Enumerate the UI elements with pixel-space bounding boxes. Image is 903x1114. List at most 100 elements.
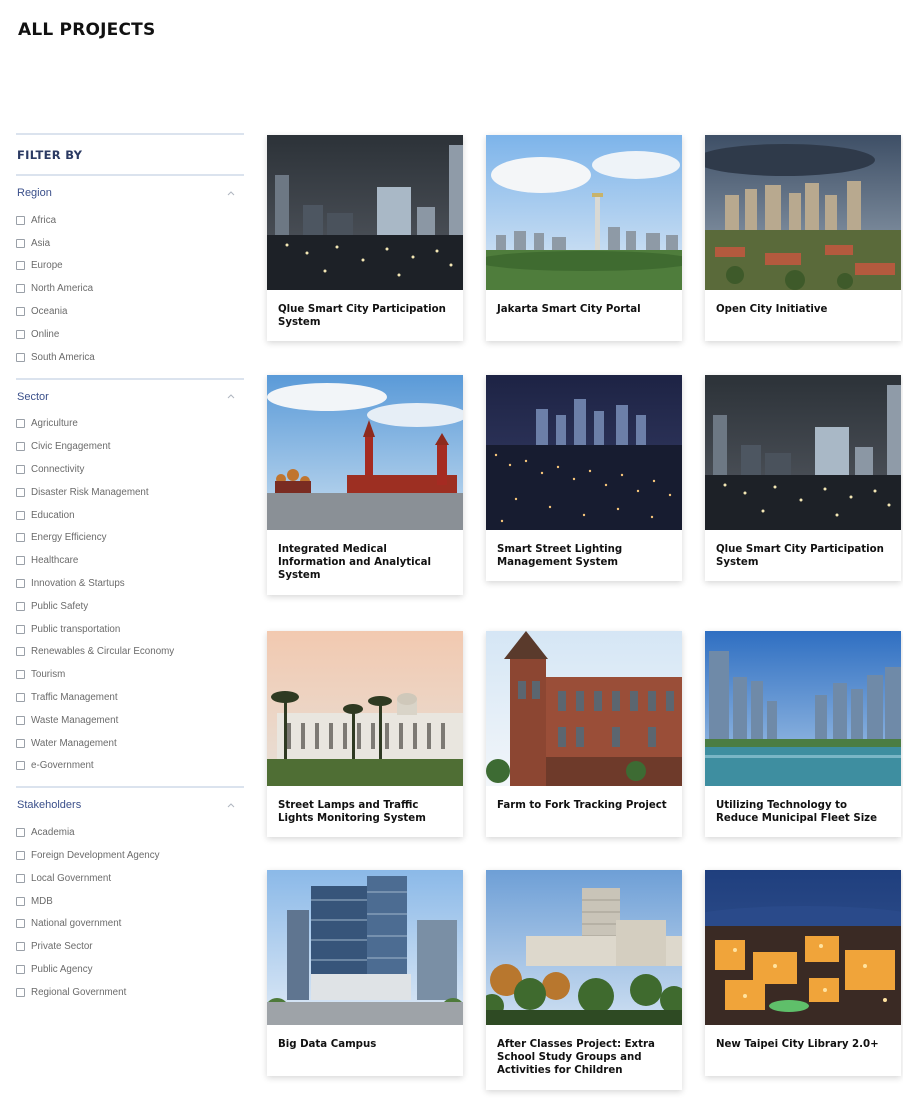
option-label: Innovation & Startups — [31, 578, 125, 590]
project-image — [267, 375, 463, 530]
checkbox[interactable] — [16, 601, 25, 611]
option-label: Connectivity — [31, 464, 85, 476]
region-option[interactable]: North America — [16, 277, 244, 300]
sector-header[interactable]: Sector — [16, 380, 244, 413]
project-title: Integrated Medical Information and Analy… — [278, 544, 432, 582]
checkbox[interactable] — [16, 738, 25, 748]
project-title: Street Lamps and Traffic Lights Monitori… — [278, 800, 426, 825]
option-label: Academia — [31, 827, 75, 839]
project-card[interactable]: Big Data Campus — [267, 870, 463, 1076]
sector-option[interactable]: Public transportation — [16, 618, 244, 641]
sector-option[interactable]: Renewables & Circular Economy — [16, 641, 244, 664]
chevron-up-icon[interactable] — [226, 392, 236, 402]
sector-option[interactable]: Agriculture — [16, 413, 244, 436]
checkbox[interactable] — [16, 647, 25, 657]
region-option[interactable]: Oceania — [16, 300, 244, 323]
checkbox[interactable] — [16, 487, 25, 497]
stakeholder-option[interactable]: Public Agency — [16, 958, 244, 981]
project-card[interactable]: Smart Street Lighting Management System — [486, 375, 682, 582]
checkbox[interactable] — [16, 352, 25, 362]
sector-option[interactable]: Civic Engagement — [16, 435, 244, 458]
checkbox[interactable] — [16, 919, 25, 929]
sector-option[interactable]: Tourism — [16, 663, 244, 686]
checkbox[interactable] — [16, 624, 25, 634]
region-option[interactable]: Europe — [16, 255, 244, 278]
sector-option[interactable]: Water Management — [16, 732, 244, 755]
project-card[interactable]: Jakarta Smart City Portal — [486, 135, 682, 341]
stakeholder-option[interactable]: Private Sector — [16, 935, 244, 958]
checkbox[interactable] — [16, 828, 25, 838]
checkbox[interactable] — [16, 873, 25, 883]
option-label: Oceania — [31, 306, 68, 318]
stakeholder-option[interactable]: Academia — [16, 821, 244, 844]
option-label: North America — [31, 283, 94, 295]
sector-option[interactable]: e-Government — [16, 755, 244, 778]
project-card[interactable]: Open City Initiative — [705, 135, 901, 341]
checkbox[interactable] — [16, 715, 25, 725]
checkbox[interactable] — [16, 215, 25, 225]
checkbox[interactable] — [16, 693, 25, 703]
checkbox[interactable] — [16, 238, 25, 248]
region-option[interactable]: Africa — [16, 209, 244, 232]
project-card[interactable]: Qlue Smart City Participation System — [267, 135, 463, 342]
option-label: Local Government — [31, 872, 112, 884]
project-image — [267, 870, 463, 1025]
project-title: Qlue Smart City Participation System — [278, 304, 446, 329]
project-image — [267, 631, 463, 786]
checkbox[interactable] — [16, 761, 25, 771]
sector-option[interactable]: Connectivity — [16, 458, 244, 481]
stakeholder-option[interactable]: Foreign Development Agency — [16, 844, 244, 867]
option-label: Asia — [31, 237, 51, 249]
stakeholders-header[interactable]: Stakeholders — [16, 788, 244, 821]
checkbox[interactable] — [16, 442, 25, 452]
checkbox[interactable] — [16, 261, 25, 271]
project-card[interactable]: Utilizing Technology to Reduce Municipal… — [705, 631, 901, 838]
region-option[interactable]: South America — [16, 346, 244, 369]
chevron-up-icon[interactable] — [226, 188, 236, 198]
filter-group-region: Region Africa Asia Europe North America … — [16, 176, 244, 369]
project-card[interactable]: Qlue Smart City Participation System — [705, 375, 901, 582]
checkbox[interactable] — [16, 851, 25, 861]
checkbox[interactable] — [16, 533, 25, 543]
sector-option[interactable]: Public Safety — [16, 595, 244, 618]
checkbox[interactable] — [16, 896, 25, 906]
project-card[interactable]: After Classes Project: Extra School Stud… — [486, 870, 682, 1090]
project-card[interactable]: New Taipei City Library 2.0+ — [705, 870, 901, 1076]
option-label: Agriculture — [31, 418, 78, 430]
stakeholder-option[interactable]: MDB — [16, 890, 244, 913]
sector-option[interactable]: Energy Efficiency — [16, 527, 244, 550]
checkbox[interactable] — [16, 670, 25, 680]
checkbox[interactable] — [16, 465, 25, 475]
region-option[interactable]: Online — [16, 323, 244, 346]
stakeholder-option[interactable]: Regional Government — [16, 981, 244, 1004]
checkbox[interactable] — [16, 965, 25, 974]
project-card[interactable]: Street Lamps and Traffic Lights Monitori… — [267, 631, 463, 838]
checkbox[interactable] — [16, 942, 25, 952]
sector-option[interactable]: Traffic Management — [16, 686, 244, 709]
checkbox[interactable] — [16, 307, 25, 317]
option-label: Waste Management — [31, 714, 119, 726]
checkbox[interactable] — [16, 579, 25, 589]
project-card[interactable]: Farm to Fork Tracking Project — [486, 631, 682, 837]
sector-option[interactable]: Healthcare — [16, 549, 244, 572]
checkbox[interactable] — [16, 419, 25, 429]
option-label: Healthcare — [31, 555, 79, 567]
option-label: Africa — [31, 214, 57, 226]
sector-option[interactable]: Waste Management — [16, 709, 244, 732]
project-card[interactable]: Integrated Medical Information and Analy… — [267, 375, 463, 595]
option-label: Regional Government — [31, 986, 127, 998]
sector-option[interactable]: Education — [16, 504, 244, 527]
checkbox[interactable] — [16, 284, 25, 294]
stakeholder-option[interactable]: Local Government — [16, 867, 244, 890]
stakeholder-option[interactable]: National government — [16, 913, 244, 936]
sector-option[interactable]: Disaster Risk Management — [16, 481, 244, 504]
checkbox[interactable] — [16, 329, 25, 339]
chevron-up-icon[interactable] — [226, 800, 236, 810]
checkbox[interactable] — [16, 510, 25, 520]
region-option[interactable]: Asia — [16, 232, 244, 255]
region-header[interactable]: Region — [16, 176, 244, 209]
option-label: Online — [31, 328, 60, 340]
checkbox[interactable] — [16, 556, 25, 566]
sector-option[interactable]: Innovation & Startups — [16, 572, 244, 595]
checkbox[interactable] — [16, 987, 25, 997]
